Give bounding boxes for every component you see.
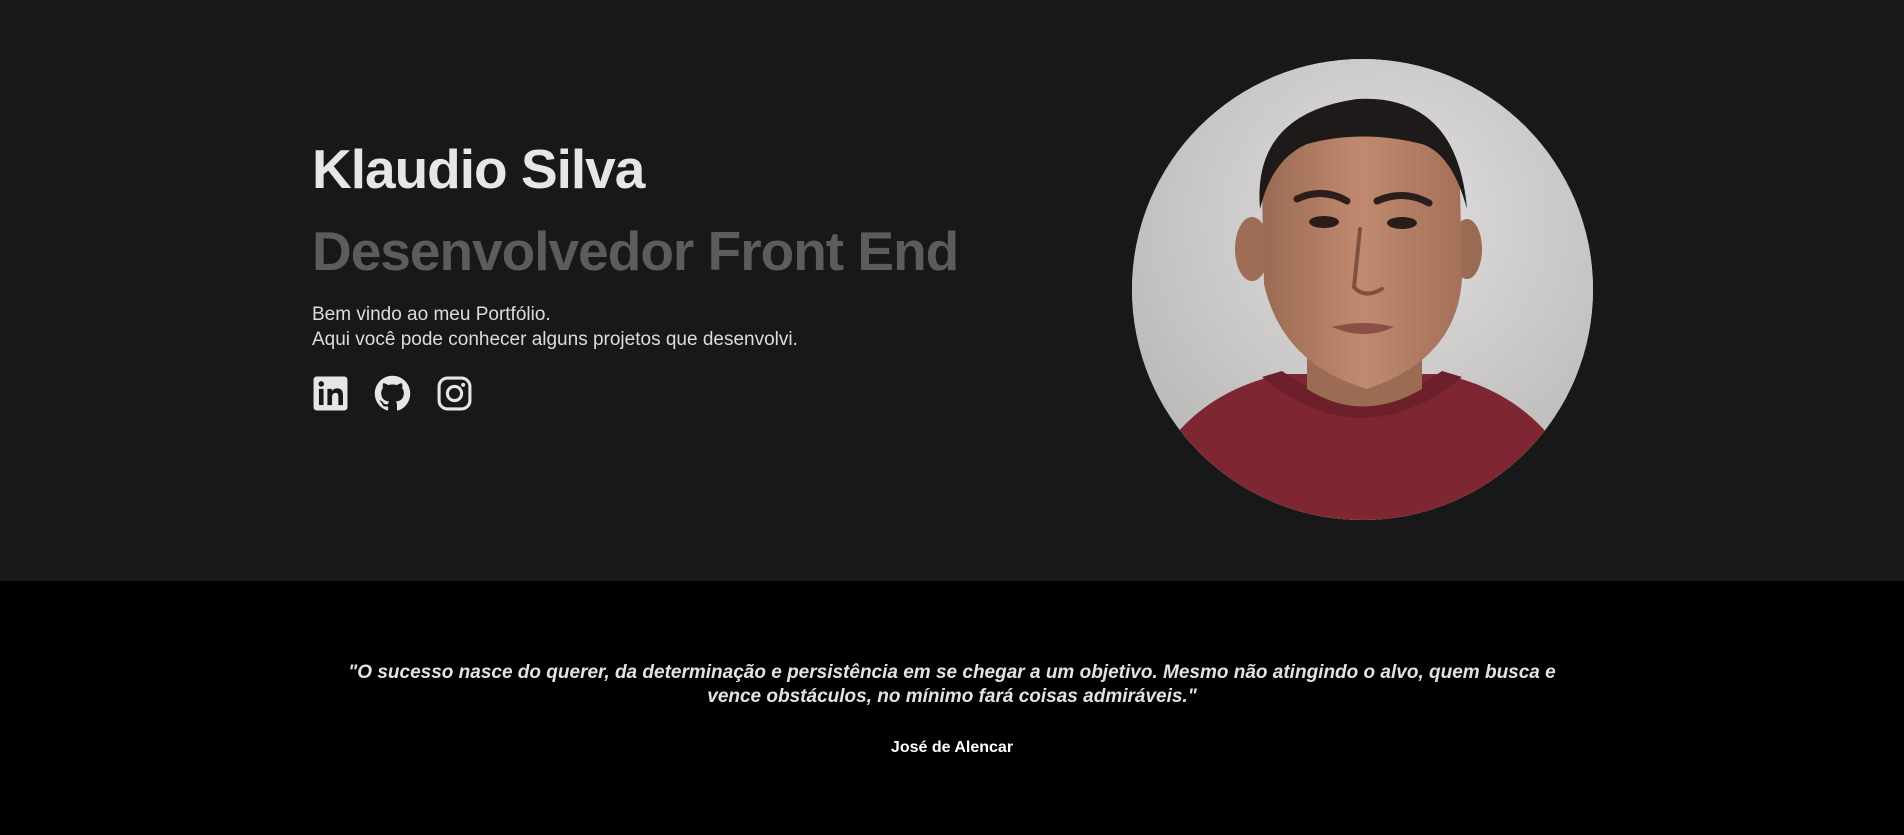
instagram-link[interactable] xyxy=(436,375,473,412)
hero-section: Klaudio Silva Desenvolvedor Front End Be… xyxy=(0,0,1904,581)
linkedin-link[interactable] xyxy=(312,375,349,412)
instagram-icon xyxy=(436,375,473,412)
profile-photo-illustration xyxy=(1132,59,1593,520)
quote-author: José de Alencar xyxy=(890,739,1014,756)
hero-intro: Bem vindo ao meu Portfólio. Aqui você po… xyxy=(312,302,798,352)
github-icon xyxy=(374,375,411,412)
intro-line-1: Bem vindo ao meu Portfólio. xyxy=(312,304,551,325)
quote-text: "O sucesso nasce do querer, da determina… xyxy=(348,662,1556,707)
intro-line-2: Aqui você pode conhecer alguns projetos … xyxy=(312,329,798,350)
linkedin-icon xyxy=(312,375,349,412)
hero-name: Klaudio Silva xyxy=(312,138,645,200)
quote-section: "O sucesso nasce do querer, da determina… xyxy=(0,581,1904,835)
hero-role: Desenvolvedor Front End xyxy=(312,220,959,282)
social-links xyxy=(312,375,473,412)
profile-photo xyxy=(1132,59,1593,520)
github-link[interactable] xyxy=(374,375,411,412)
